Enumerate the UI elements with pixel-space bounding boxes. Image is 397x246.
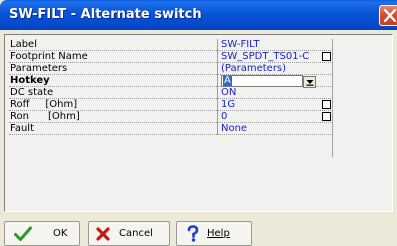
help-button[interactable]: Help [176, 221, 252, 246]
ok-label: OK [53, 228, 68, 239]
property-row-roff[interactable]: Roff [Ohm] 1G [9, 99, 333, 111]
window-title: SW-FILT - Alternate switch [9, 7, 202, 22]
property-row-fault[interactable]: Fault None [9, 123, 333, 135]
close-icon [384, 9, 396, 22]
footprint-checkbox[interactable] [322, 52, 331, 61]
property-row-label[interactable]: Label SW-FILT [9, 39, 333, 51]
property-grid: Label SW-FILT Footprint Name SW_SPDT_TS0… [4, 34, 393, 212]
dropdown-arrow-icon [306, 80, 314, 86]
property-row-footprint[interactable]: Footprint Name SW_SPDT_TS01-C [9, 51, 333, 63]
cancel-label: Cancel [119, 228, 153, 239]
close-button[interactable] [379, 5, 397, 26]
ron-checkbox[interactable] [322, 112, 331, 121]
property-row-parameters[interactable]: Parameters (Parameters) [9, 63, 333, 75]
property-value[interactable]: None [221, 123, 247, 135]
title-bar: SW-FILT - Alternate switch [0, 0, 397, 30]
property-name: Fault [9, 123, 218, 135]
property-value[interactable]: SW-FILT [221, 39, 259, 51]
property-row-ron[interactable]: Ron [Ohm] 0 [9, 111, 333, 123]
hotkey-select[interactable]: A [221, 75, 316, 88]
property-value[interactable]: SW_SPDT_TS01-C [221, 51, 309, 63]
cancel-x-icon [96, 227, 110, 241]
property-row-hotkey[interactable]: Hotkey A [9, 75, 333, 88]
property-name: Parameters [9, 63, 218, 75]
help-label: Help [207, 228, 230, 239]
property-name: Footprint Name [9, 51, 218, 63]
property-name: DC state [9, 87, 218, 99]
cancel-button[interactable]: Cancel [88, 221, 170, 246]
property-value[interactable]: 0 [221, 111, 227, 123]
property-name: Ron [Ohm] [9, 111, 218, 123]
property-value[interactable]: ON [221, 87, 236, 99]
property-value[interactable]: (Parameters) [221, 63, 286, 75]
property-row-dc-state[interactable]: DC state ON [9, 87, 333, 99]
roff-checkbox[interactable] [322, 100, 331, 109]
help-question-icon [187, 225, 199, 242]
property-name: Roff [Ohm] [9, 99, 218, 111]
property-name: Label [9, 39, 218, 51]
hotkey-selected-value: A [223, 75, 232, 86]
property-name: Hotkey [9, 75, 218, 87]
property-value[interactable]: 1G [221, 99, 235, 111]
checkmark-icon [14, 226, 32, 241]
ok-button[interactable]: OK [4, 221, 80, 246]
